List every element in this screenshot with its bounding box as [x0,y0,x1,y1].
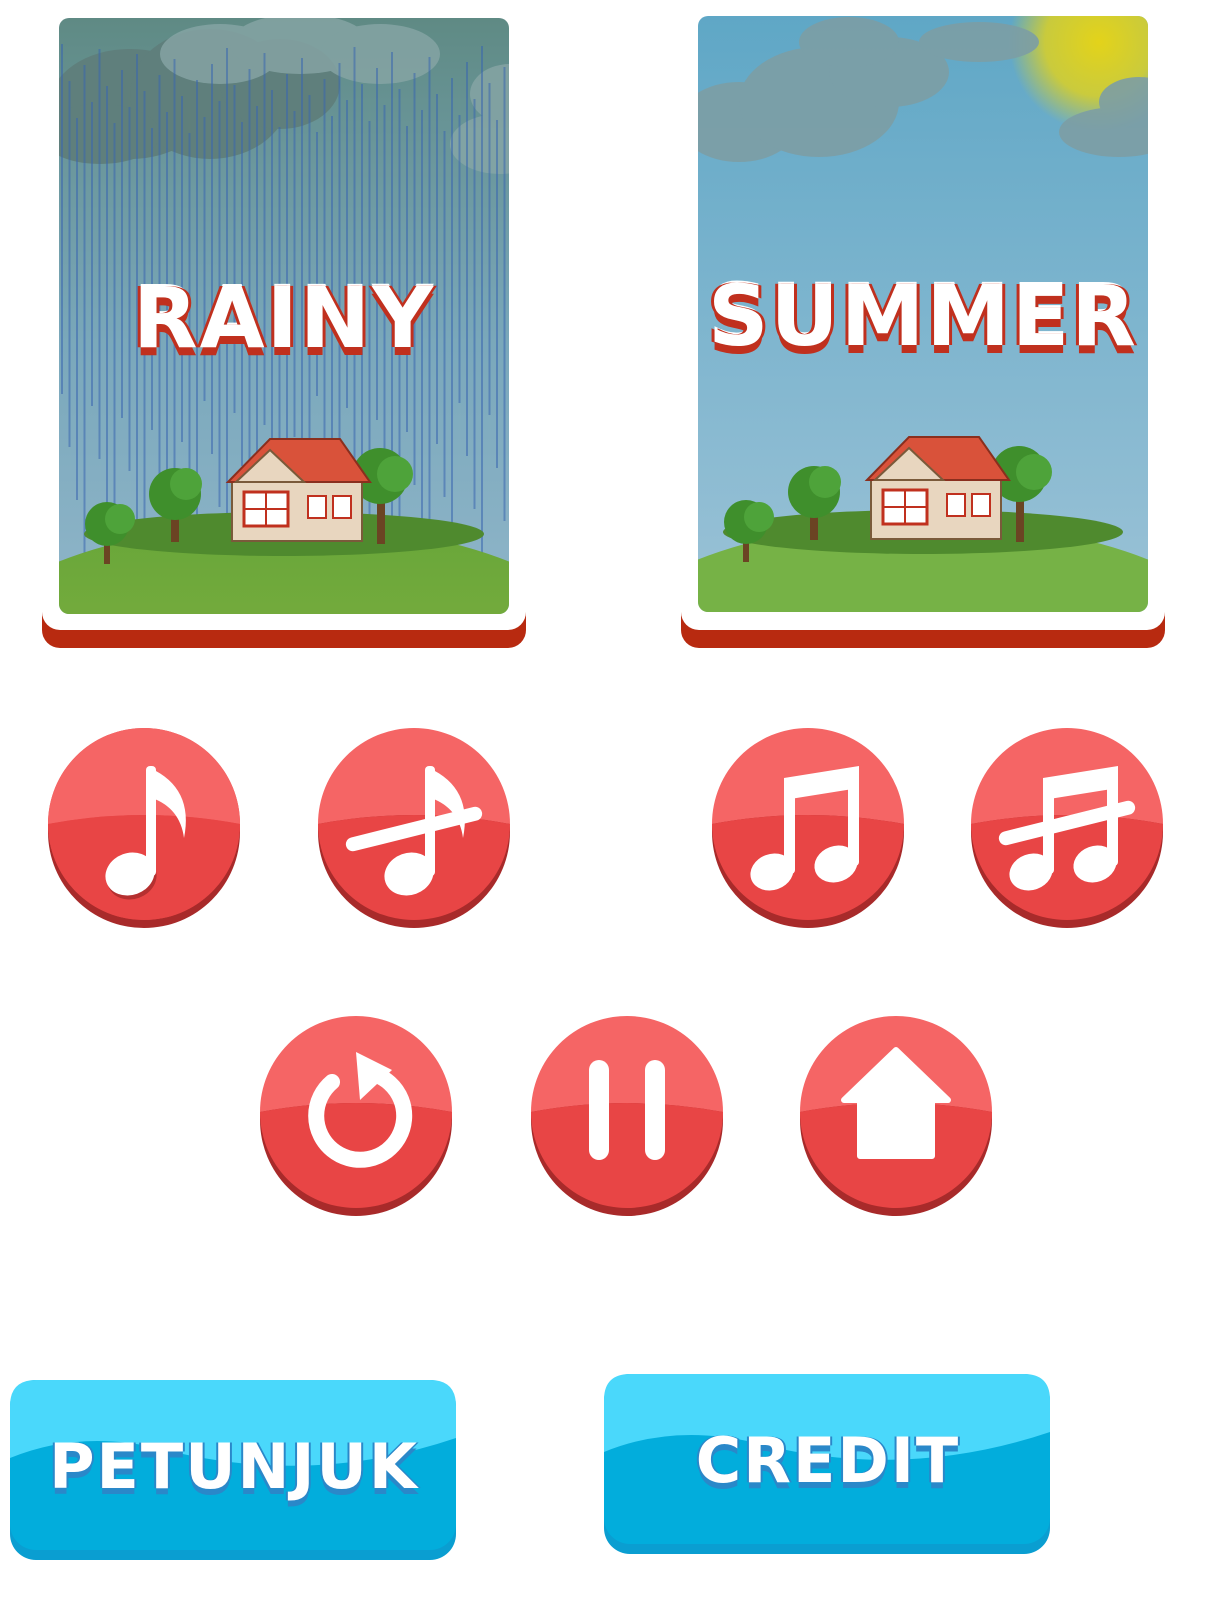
petunjuk-button[interactable]: PETUNJUK [8,1378,460,1563]
home-button[interactable] [796,1016,996,1216]
music-off-button[interactable] [314,728,514,928]
pause-button[interactable] [527,1016,727,1216]
music-on-button[interactable] [44,728,244,928]
petunjuk-label: PETUNJUK [49,1430,419,1503]
summer-card[interactable]: SUMMER [679,12,1167,650]
all-music-off-button[interactable] [967,728,1167,928]
credit-button[interactable]: CREDIT [602,1372,1054,1557]
all-music-on-button[interactable] [708,728,908,928]
restart-button[interactable] [256,1016,456,1216]
rainy-card-title: RAINY [132,269,436,367]
credit-label: CREDIT [695,1424,961,1497]
summer-card-title: SUMMER [708,267,1138,365]
rainy-card[interactable]: RAINY [40,14,528,650]
